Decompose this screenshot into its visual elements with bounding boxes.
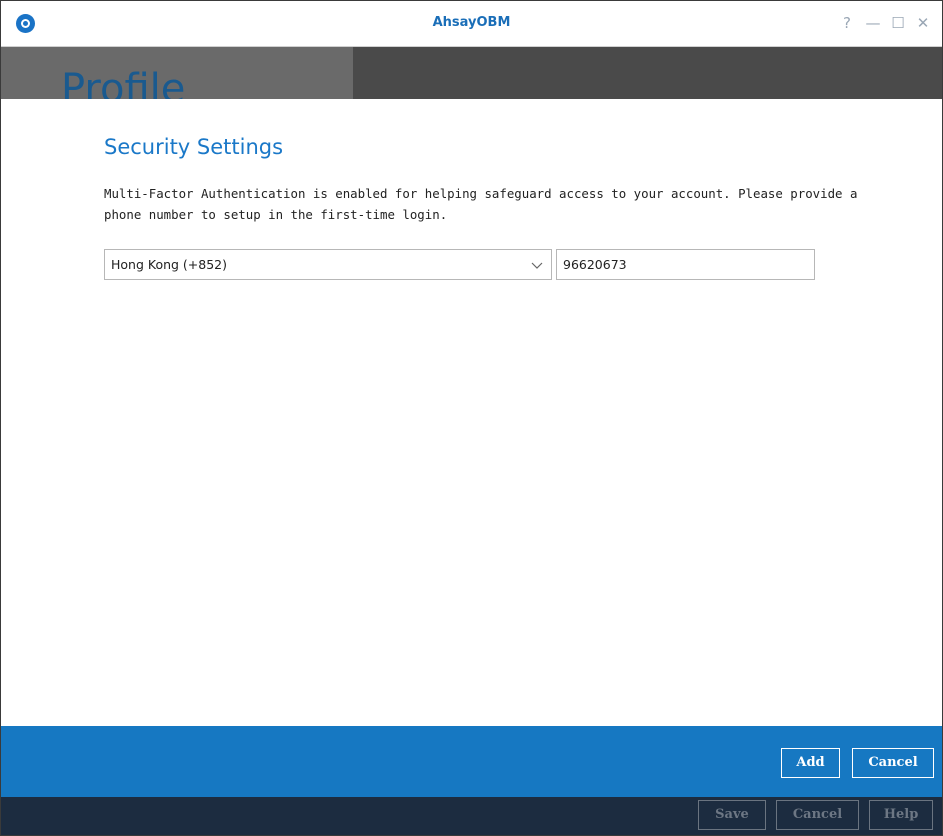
page-title: Profile — [61, 66, 186, 99]
page-header: Profile — [1, 47, 942, 99]
app-window: AhsayOBM ? — ☐ ✕ Profile Security Settin… — [0, 0, 943, 836]
cancel-button[interactable]: Cancel — [852, 748, 934, 778]
maximize-icon[interactable]: ☐ — [888, 13, 908, 33]
main-content: Security Settings Multi-Factor Authentic… — [1, 99, 942, 726]
save-button[interactable]: Save — [698, 800, 766, 830]
window-title: AhsayOBM — [432, 15, 511, 30]
help-icon[interactable]: ? — [837, 13, 857, 33]
help-button[interactable]: Help — [869, 800, 933, 830]
mfa-description: Multi-Factor Authentication is enabled f… — [104, 186, 858, 222]
title-bar[interactable]: AhsayOBM ? — ☐ ✕ — [1, 1, 942, 47]
action-bar: Add Cancel — [1, 726, 942, 797]
phone-number-input[interactable] — [556, 249, 815, 280]
minimize-icon[interactable]: — — [863, 13, 883, 33]
footer-bar: Save Cancel Help — [1, 797, 942, 835]
country-code-select[interactable]: Hong Kong (+852) — [104, 249, 552, 280]
country-code-value: Hong Kong (+852) — [111, 257, 228, 272]
chevron-down-icon — [531, 262, 543, 269]
close-icon[interactable]: ✕ — [913, 13, 933, 33]
footer-cancel-button[interactable]: Cancel — [776, 800, 859, 830]
add-button[interactable]: Add — [781, 748, 840, 778]
section-title: Security Settings — [104, 135, 284, 159]
